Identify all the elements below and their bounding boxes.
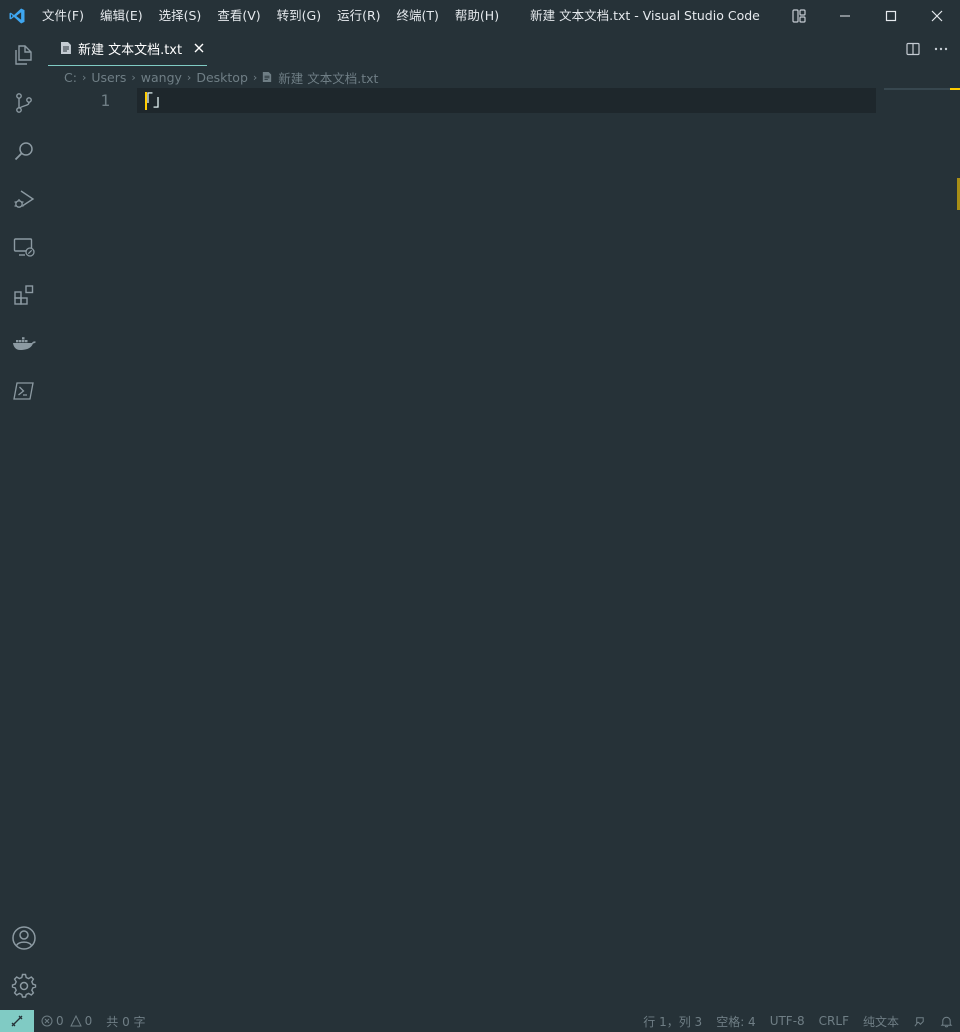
maximize-icon bbox=[885, 10, 897, 21]
chevron-right-icon: › bbox=[252, 70, 258, 84]
cursor-position[interactable]: 行 1，列 3 bbox=[636, 1013, 709, 1030]
feedback-icon bbox=[914, 1016, 924, 1026]
breadcrumb-file[interactable]: 新建 文本文档.txt bbox=[278, 68, 378, 87]
powershell-icon bbox=[13, 382, 34, 400]
chevron-right-icon: › bbox=[186, 70, 192, 84]
encoding[interactable]: UTF-8 bbox=[763, 1014, 812, 1028]
layout-icon bbox=[792, 8, 806, 23]
editor-tabs: 新建 文本文档.txt bbox=[48, 31, 960, 66]
breadcrumb-users[interactable]: Users bbox=[91, 70, 126, 85]
feedback-button[interactable] bbox=[906, 1015, 933, 1028]
overview-ruler-cursor bbox=[950, 88, 960, 90]
error-icon bbox=[41, 1015, 53, 1027]
explorer-icon bbox=[15, 45, 32, 65]
minimap[interactable] bbox=[884, 88, 960, 90]
end-of-line[interactable]: CRLF bbox=[812, 1014, 856, 1028]
menu-go[interactable]: 转到(G) bbox=[269, 0, 329, 31]
text-file-icon bbox=[60, 42, 71, 54]
explorer-button[interactable] bbox=[0, 31, 48, 79]
run-debug-button[interactable] bbox=[0, 175, 48, 223]
manage-gear-icon bbox=[11, 973, 37, 998]
status-right-group: 行 1，列 3 空格: 4 UTF-8 CRLF 纯文本 bbox=[636, 1013, 960, 1030]
menu-terminal[interactable]: 终端(T) bbox=[389, 0, 447, 31]
breadcrumb-user[interactable]: wangy bbox=[141, 70, 182, 85]
chevron-right-icon: › bbox=[131, 70, 136, 84]
activity-bar bbox=[0, 31, 48, 1010]
powershell-button[interactable] bbox=[0, 367, 48, 415]
activity-bar-bottom bbox=[0, 914, 48, 1010]
current-line-highlight bbox=[137, 88, 876, 113]
vscode-logo-icon bbox=[0, 0, 34, 31]
manage-button[interactable] bbox=[0, 962, 48, 1010]
customize-layout-button[interactable] bbox=[776, 0, 822, 31]
window-controls bbox=[776, 0, 960, 31]
more-actions-button[interactable] bbox=[930, 38, 952, 60]
warning-icon bbox=[69, 1015, 82, 1027]
tab-active-file[interactable]: 新建 文本文档.txt bbox=[48, 31, 207, 66]
split-editor-button[interactable] bbox=[902, 38, 924, 60]
line-number: 1 bbox=[100, 91, 110, 110]
breadcrumb-desktop[interactable]: Desktop bbox=[196, 70, 248, 85]
remote-explorer-button[interactable] bbox=[0, 223, 48, 271]
minimize-icon bbox=[840, 15, 850, 16]
menu-selection[interactable]: 选择(S) bbox=[151, 0, 210, 31]
word-count[interactable]: 共 0 字 bbox=[99, 1013, 152, 1030]
chevron-right-icon: › bbox=[81, 70, 87, 84]
menu-view[interactable]: 查看(V) bbox=[209, 0, 268, 31]
menu-help[interactable]: 帮助(H) bbox=[447, 0, 507, 31]
tab-label: 新建 文本文档.txt bbox=[77, 42, 183, 58]
extensions-icon bbox=[14, 285, 34, 305]
code-line[interactable]: 「」 bbox=[137, 88, 169, 113]
text-file-icon bbox=[263, 72, 272, 82]
accounts-button[interactable] bbox=[0, 914, 48, 962]
more-ellipsis-icon bbox=[934, 47, 948, 50]
breadcrumb: C: › Users › wangy › Desktop › 新建 文本文档.t… bbox=[64, 66, 378, 88]
status-bar: 0 0 共 0 字 行 1，列 3 空格: 4 UTF-8 CRLF 纯文本 bbox=[0, 1010, 960, 1032]
indentation[interactable]: 空格: 4 bbox=[709, 1013, 763, 1030]
source-control-button[interactable] bbox=[0, 79, 48, 127]
maximize-button[interactable] bbox=[868, 0, 914, 31]
error-count: 0 bbox=[56, 1014, 64, 1028]
problems-indicator[interactable]: 0 0 bbox=[34, 1014, 99, 1028]
language-mode[interactable]: 纯文本 bbox=[856, 1013, 906, 1030]
remote-icon bbox=[11, 1015, 23, 1027]
notifications-button[interactable] bbox=[933, 1015, 960, 1028]
close-icon bbox=[194, 43, 204, 53]
source-control-icon bbox=[16, 93, 32, 113]
search-button[interactable] bbox=[0, 127, 48, 175]
menu-edit[interactable]: 编辑(E) bbox=[92, 0, 151, 31]
accounts-icon bbox=[12, 926, 36, 950]
menu-bar: 文件(F) 编辑(E) 选择(S) 查看(V) 转到(G) 运行(R) 终端(T… bbox=[34, 0, 507, 31]
menu-run[interactable]: 运行(R) bbox=[329, 0, 388, 31]
tab-close-button[interactable] bbox=[191, 40, 207, 56]
close-icon bbox=[931, 10, 943, 21]
extensions-button[interactable] bbox=[0, 271, 48, 319]
menu-file[interactable]: 文件(F) bbox=[34, 0, 92, 31]
text-cursor bbox=[145, 92, 147, 110]
docker-button[interactable] bbox=[0, 319, 48, 367]
minimize-button[interactable] bbox=[822, 0, 868, 31]
warning-count: 0 bbox=[84, 1014, 93, 1028]
run-debug-icon bbox=[14, 190, 35, 208]
docker-icon bbox=[13, 337, 36, 350]
remote-explorer-icon bbox=[13, 238, 35, 257]
remote-indicator-button[interactable] bbox=[0, 1010, 34, 1032]
editor-area[interactable]: 1 「」 bbox=[48, 88, 960, 1010]
breadcrumb-drive[interactable]: C: bbox=[64, 70, 77, 85]
bell-icon bbox=[940, 1016, 953, 1027]
title-bar: 文件(F) 编辑(E) 选择(S) 查看(V) 转到(G) 运行(R) 终端(T… bbox=[0, 0, 960, 31]
editor-actions bbox=[902, 31, 952, 66]
split-editor-icon bbox=[906, 42, 920, 55]
search-icon bbox=[14, 142, 33, 161]
close-button[interactable] bbox=[914, 0, 960, 31]
